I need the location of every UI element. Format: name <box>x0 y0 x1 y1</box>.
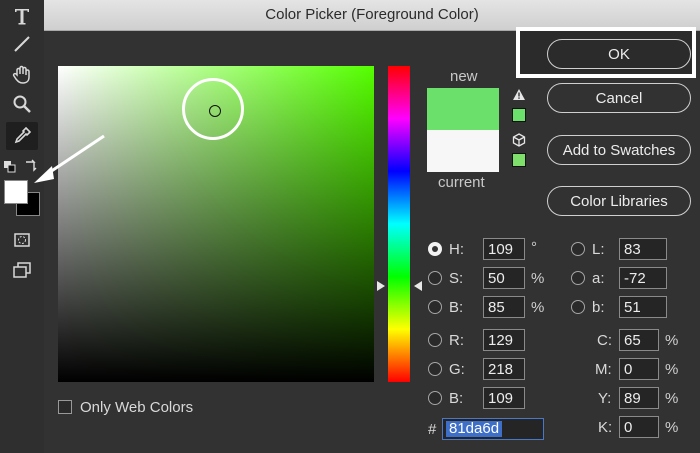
black-label: K: <box>598 419 613 436</box>
hue-unit: ° <box>531 239 537 256</box>
hex-field[interactable]: 81da6d <box>442 418 544 440</box>
default-colors-icon[interactable] <box>4 160 16 178</box>
new-color-swatch <box>427 88 499 130</box>
lightness-field[interactable] <box>619 238 667 260</box>
only-web-colors-checkbox[interactable] <box>58 400 72 414</box>
hand-tool-icon[interactable] <box>6 60 38 88</box>
brightness-label: B: <box>449 299 464 316</box>
magenta-unit: % <box>665 361 679 378</box>
red-field[interactable] <box>483 329 525 351</box>
lightness-radio[interactable] <box>571 242 585 256</box>
black-unit: % <box>665 419 679 436</box>
brightness-field[interactable] <box>483 296 525 318</box>
red-label: R: <box>449 332 464 349</box>
cyan-field[interactable] <box>619 329 659 351</box>
only-web-colors-label[interactable]: Only Web Colors <box>80 399 193 416</box>
blue-field[interactable] <box>483 387 525 409</box>
green-label: G: <box>449 361 465 378</box>
hex-value: 81da6d <box>446 421 503 437</box>
yellow-field[interactable] <box>619 387 659 409</box>
blue-radio[interactable] <box>428 391 442 405</box>
b-channel-field[interactable] <box>619 296 667 318</box>
cyan-label: C: <box>597 332 612 349</box>
web-safe-swatch[interactable] <box>512 153 526 167</box>
dialog-title: Color Picker (Foreground Color) <box>265 6 479 23</box>
web-safe-cube-icon[interactable] <box>512 133 526 152</box>
color-field-picker[interactable] <box>209 105 221 117</box>
hue-label: H: <box>449 241 464 258</box>
new-label: new <box>450 68 478 85</box>
black-field[interactable] <box>619 416 659 438</box>
magenta-field[interactable] <box>619 358 659 380</box>
add-to-swatches-button[interactable]: Add to Swatches <box>547 135 691 165</box>
lightness-label: L: <box>592 241 605 258</box>
ok-button[interactable]: OK <box>547 39 691 69</box>
blue-label: B: <box>449 390 464 407</box>
zoom-tool-icon[interactable] <box>6 90 38 118</box>
current-label: current <box>438 174 485 191</box>
gamut-warning-swatch[interactable] <box>512 108 526 122</box>
hue-slider-handle-left[interactable] <box>377 281 385 291</box>
hex-label: # <box>428 421 437 438</box>
a-channel-radio[interactable] <box>571 271 585 285</box>
saturation-field[interactable] <box>483 267 525 289</box>
a-channel-label: a: <box>592 270 605 287</box>
green-field[interactable] <box>483 358 525 380</box>
color-libraries-button[interactable]: Color Libraries <box>547 186 691 216</box>
hue-radio[interactable] <box>428 242 442 256</box>
tools-panel <box>0 0 45 453</box>
hue-field[interactable] <box>483 238 525 260</box>
red-radio[interactable] <box>428 333 442 347</box>
eyedropper-tool-icon[interactable] <box>6 122 38 150</box>
brightness-unit: % <box>531 299 545 316</box>
yellow-unit: % <box>665 390 679 407</box>
hue-slider-handle-right[interactable] <box>414 281 422 291</box>
screen-mode-icon[interactable] <box>6 256 38 284</box>
gamut-warning-icon[interactable] <box>512 88 526 106</box>
b-channel-radio[interactable] <box>571 300 585 314</box>
foreground-color-swatch[interactable] <box>4 180 28 204</box>
color-picker-dialog: Color Picker (Foreground Color) new curr… <box>44 0 700 453</box>
swap-colors-icon[interactable] <box>24 159 38 178</box>
saturation-unit: % <box>531 270 545 287</box>
current-color-swatch[interactable] <box>427 130 499 172</box>
hue-slider[interactable] <box>388 66 410 382</box>
magenta-label: M: <box>595 361 612 378</box>
brightness-radio[interactable] <box>428 300 442 314</box>
green-radio[interactable] <box>428 362 442 376</box>
saturation-label: S: <box>449 270 464 287</box>
type-tool-icon[interactable] <box>6 2 38 30</box>
b-channel-label: b: <box>592 299 605 316</box>
a-channel-field[interactable] <box>619 267 667 289</box>
cyan-unit: % <box>665 332 679 349</box>
saturation-radio[interactable] <box>428 271 442 285</box>
yellow-label: Y: <box>598 390 612 407</box>
quick-mask-icon[interactable] <box>6 226 38 254</box>
line-tool-icon[interactable] <box>6 30 38 58</box>
cancel-button[interactable]: Cancel <box>547 83 691 113</box>
